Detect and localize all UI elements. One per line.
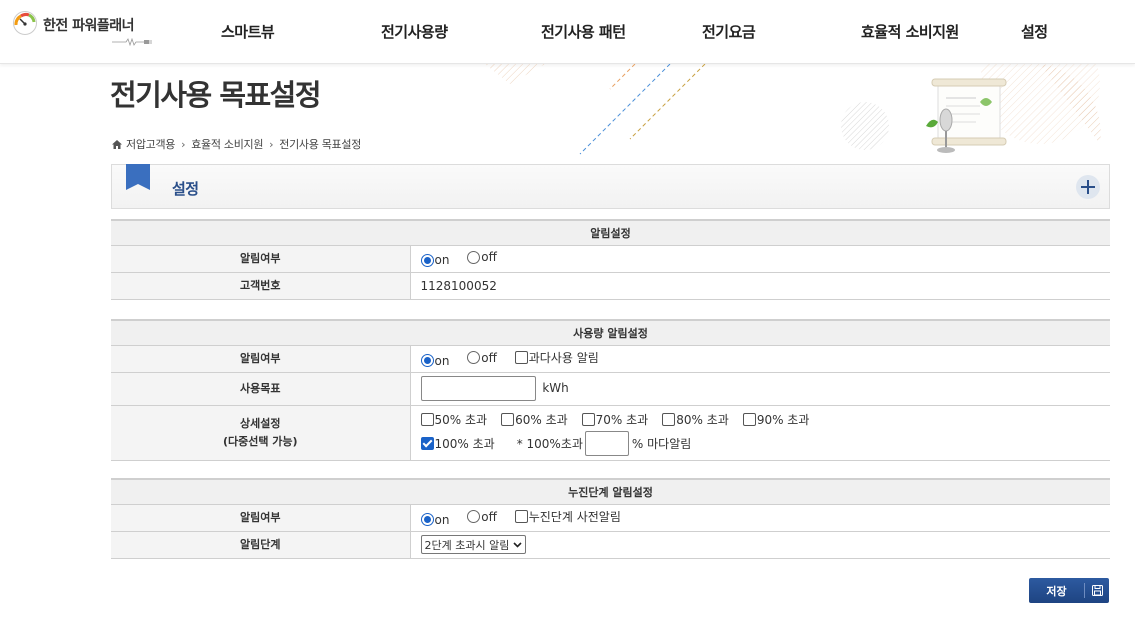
breadcrumb-item[interactable]: 효율적 소비지원 — [191, 136, 263, 152]
detail-label-line1: 상세설정 — [240, 416, 281, 430]
save-button[interactable]: 저장 — [1029, 578, 1109, 603]
banner-decoration — [485, 64, 1101, 155]
expand-button[interactable] — [1076, 175, 1100, 199]
radio-icon — [467, 510, 481, 524]
section-title: 설정 — [172, 180, 199, 198]
usage-off-radio[interactable]: off — [467, 351, 497, 365]
plug-wire-icon — [112, 38, 152, 46]
usage-target-unit: kWh — [542, 381, 569, 395]
breadcrumb: 저압고객용 › 효율적 소비지원 › 전기사용 목표설정 — [112, 136, 361, 152]
pre-alarm-checkbox[interactable]: 누진단계 사전알림 — [514, 508, 621, 525]
radio-checked-icon — [420, 513, 434, 527]
top-header: 한전 파워플래너 스마트뷰 전기사용량 전기사용 패턴 전기요금 효율적 소비지… — [0, 0, 1135, 64]
repeat-prefix: * 100%초과 — [516, 437, 583, 451]
radio-checked-icon — [420, 253, 434, 267]
progressive-on-radio[interactable]: on — [420, 513, 449, 527]
checkbox-checked-icon — [420, 437, 434, 450]
repeat-percent-input[interactable] — [584, 431, 629, 456]
page-title: 전기사용 목표설정 — [110, 78, 322, 112]
checkbox-icon — [662, 413, 676, 426]
progressive-enabled-label: 알림여부 — [111, 504, 411, 532]
checkbox-icon — [581, 413, 595, 426]
alarm-on-radio[interactable]: on — [420, 253, 449, 267]
nav-efficiency[interactable]: 효율적 소비지원 — [861, 21, 959, 42]
threshold-60-checkbox[interactable]: 60% 초과 — [501, 411, 568, 428]
breadcrumb-item[interactable]: 저압고객용 — [126, 136, 175, 152]
logo[interactable]: 한전 파워플래너 — [12, 10, 152, 46]
chevron-down-icon — [513, 541, 522, 548]
nav-billing[interactable]: 전기요금 — [702, 21, 756, 42]
alarm-stage-label: 알림단계 — [111, 531, 411, 559]
progressive-alarm-table: 누진단계 알림설정 알림여부 on off 누진단계 사전알림 알림단계 2단계… — [111, 478, 1110, 559]
alarm-enabled-label: 알림여부 — [111, 245, 411, 273]
customer-no-label: 고객번호 — [111, 272, 411, 300]
checkbox-icon — [742, 413, 756, 426]
threshold-80-checkbox[interactable]: 80% 초과 — [662, 411, 729, 428]
checkbox-icon — [420, 413, 434, 426]
home-icon[interactable] — [112, 139, 122, 149]
radio-icon — [467, 351, 481, 365]
alarm-stage-select[interactable]: 2단계 초과시 알림 — [420, 535, 527, 554]
overuse-checkbox[interactable]: 과다사용 알림 — [514, 349, 599, 366]
chevron-right-icon: › — [181, 137, 186, 151]
settings-section-header: 설정 — [111, 164, 1110, 209]
table-heading: 알림설정 — [111, 219, 1110, 246]
nav-pattern[interactable]: 전기사용 패턴 — [541, 21, 626, 42]
usage-target-input[interactable] — [420, 376, 536, 401]
detail-label-line2: (다중선택 가능) — [222, 434, 298, 448]
alarm-off-radio[interactable]: off — [467, 250, 497, 264]
progressive-off-radio[interactable]: off — [467, 510, 497, 524]
detail-settings-label: 상세설정 (다중선택 가능) — [111, 405, 411, 461]
radio-icon — [467, 250, 481, 264]
nav-settings[interactable]: 설정 — [1021, 21, 1048, 42]
checkbox-icon — [514, 351, 528, 365]
usage-alarm-table: 사용량 알림설정 알림여부 on off 과다사용 알림 사용목표 kWh 상세… — [111, 319, 1110, 461]
breadcrumb-current: 전기사용 목표설정 — [279, 138, 362, 151]
logo-text: 한전 파워플래너 — [43, 18, 135, 34]
plus-icon — [1081, 180, 1095, 194]
usage-target-label: 사용목표 — [111, 372, 411, 406]
table-heading: 누진단계 알림설정 — [111, 478, 1110, 505]
save-button-label: 저장 — [1046, 584, 1067, 598]
gauge-logo-icon — [13, 11, 37, 35]
threshold-50-checkbox[interactable]: 50% 초과 — [420, 411, 487, 428]
threshold-70-checkbox[interactable]: 70% 초과 — [581, 411, 648, 428]
usage-on-radio[interactable]: on — [420, 354, 449, 368]
repeat-suffix: % 마다알림 — [631, 437, 692, 451]
usage-enabled-label: 알림여부 — [111, 345, 411, 373]
nav-usage[interactable]: 전기사용량 — [381, 21, 448, 42]
threshold-100-checkbox[interactable]: 100% 초과 — [420, 435, 495, 452]
checkbox-icon — [501, 413, 515, 426]
chevron-right-icon: › — [269, 137, 274, 151]
threshold-90-checkbox[interactable]: 90% 초과 — [742, 411, 809, 428]
bookmark-icon — [126, 164, 150, 190]
floppy-disk-icon — [1091, 585, 1103, 596]
alarm-settings-table: 알림설정 알림여부 on off 고객번호 1128100052 — [111, 219, 1110, 300]
table-heading: 사용량 알림설정 — [111, 319, 1110, 346]
checkbox-icon — [514, 510, 528, 524]
alarm-stage-selected: 2단계 초과시 알림 — [424, 538, 510, 552]
radio-checked-icon — [420, 354, 434, 368]
nav-smartview[interactable]: 스마트뷰 — [221, 21, 275, 42]
customer-no-value: 1128100052 — [410, 272, 1110, 300]
